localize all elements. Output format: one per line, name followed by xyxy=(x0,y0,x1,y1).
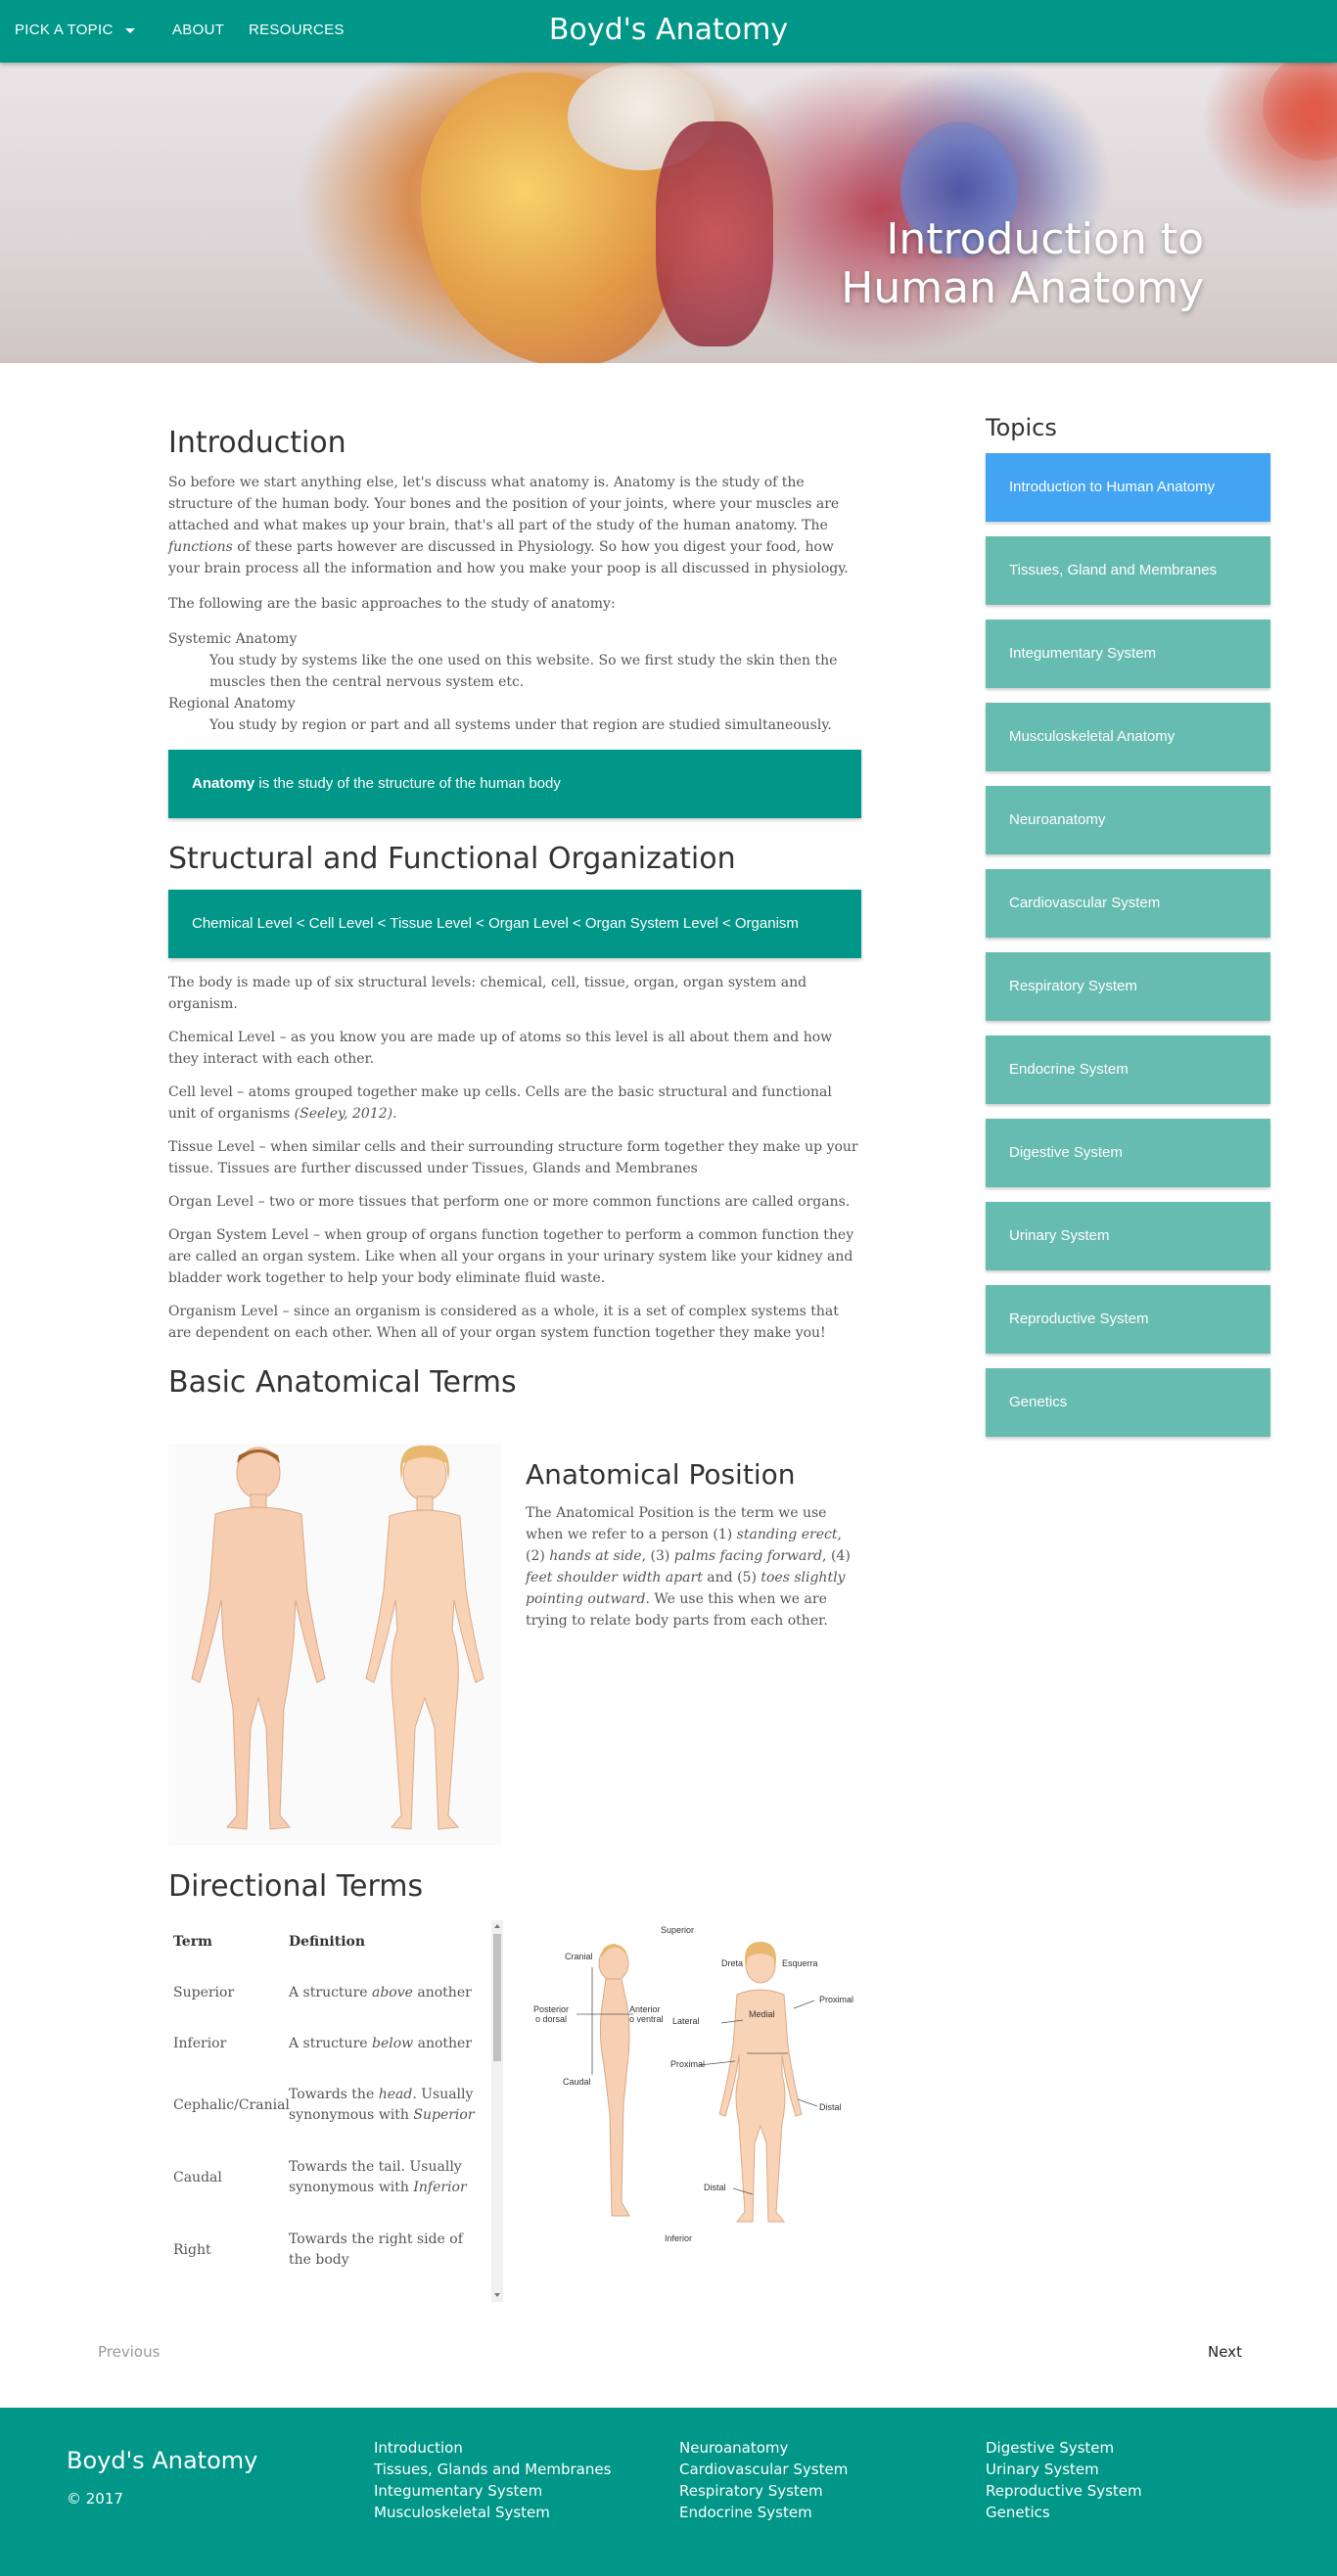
organ-level-paragraph: Organ Level – two or more tissues that p… xyxy=(168,1194,851,1210)
brand-logo-link[interactable]: Boyd's Anatomy xyxy=(549,13,788,47)
organism-level-paragraph: Organism Level – since an organism is co… xyxy=(168,1304,839,1341)
def-systemic: You study by systems like the one used o… xyxy=(209,653,838,690)
footer-links-col3: Digestive System Urinary System Reproduc… xyxy=(986,2437,1142,2523)
footer-link[interactable]: Endocrine System xyxy=(679,2502,848,2523)
figure-label: Esquerra xyxy=(782,1958,818,1968)
footer-link[interactable]: Musculoskeletal System xyxy=(374,2502,611,2523)
term-systemic: Systemic Anatomy xyxy=(168,631,298,647)
sidebar-item-digestive[interactable]: Digestive System xyxy=(986,1119,1270,1187)
cell-level-paragraph: Cell level – atoms grouped together make… xyxy=(168,1084,832,1122)
footer-link[interactable]: Genetics xyxy=(986,2502,1142,2523)
previous-page-link[interactable]: Previous xyxy=(98,2343,160,2361)
footer-brand: Boyd's Anatomy xyxy=(67,2447,258,2474)
figure-label: Dreta xyxy=(721,1958,743,1968)
sidebar-item-tissues[interactable]: Tissues, Gland and Membranes xyxy=(986,536,1270,605)
next-page-link[interactable]: Next xyxy=(1208,2343,1242,2361)
anatomical-position-paragraph: The Anatomical Position is the term we u… xyxy=(526,1505,851,1629)
footer-link[interactable]: Digestive System xyxy=(986,2437,1142,2459)
footer-link[interactable]: Introduction xyxy=(374,2437,611,2459)
scrollbar-thumb[interactable] xyxy=(493,1934,501,2061)
section-heading-introduction: Introduction xyxy=(168,426,346,460)
pick-topic-menu[interactable]: PICK A TOPIC xyxy=(15,22,114,38)
sidebar-item-genetics[interactable]: Genetics xyxy=(986,1368,1270,1437)
directional-terms-table[interactable]: Term Definition Superior A structure abo… xyxy=(168,1920,505,2302)
section-heading-structural: Structural and Functional Organization xyxy=(168,842,736,876)
structural-paragraph: The body is made up of six structural le… xyxy=(168,975,807,1012)
def-regional: You study by region or part and all syst… xyxy=(209,717,832,733)
sidebar-item-respiratory[interactable]: Respiratory System xyxy=(986,952,1270,1021)
main-content: Introduction So before we start anything… xyxy=(168,426,861,1400)
hero-title: Introduction to Human Anatomy xyxy=(841,214,1204,313)
directional-terms-figure: Superior Cranial Dreta Esquerra Proximal… xyxy=(526,1918,862,2251)
sidebar-item-introduction[interactable]: Introduction to Human Anatomy xyxy=(986,453,1270,522)
chemical-level-paragraph: Chemical Level – as you know you are mad… xyxy=(168,1030,833,1067)
sidebar-item-urinary[interactable]: Urinary System xyxy=(986,1202,1270,1270)
section-heading-basic-terms: Basic Anatomical Terms xyxy=(168,1365,517,1400)
anatomy-definition-callout: Anatomy is the study of the structure of… xyxy=(168,750,861,818)
sidebar-item-endocrine[interactable]: Endocrine System xyxy=(986,1035,1270,1104)
footer-link[interactable]: Urinary System xyxy=(986,2459,1142,2480)
footer-link[interactable]: Neuroanatomy xyxy=(679,2437,848,2459)
organ-system-level-paragraph: Organ System Level – when group of organ… xyxy=(168,1227,854,1286)
nav-resources-link[interactable]: RESOURCES xyxy=(249,22,345,38)
intro-paragraph: So before we start anything else, let's … xyxy=(168,475,849,576)
footer-links-col2: Neuroanatomy Cardiovascular System Respi… xyxy=(679,2437,848,2523)
approaches-list: Systemic Anatomy You study by systems li… xyxy=(168,628,861,736)
figure-label: Caudal xyxy=(563,2077,591,2087)
figure-label: Inferior xyxy=(665,2233,692,2243)
nav-about-link[interactable]: ABOUT xyxy=(172,22,224,38)
footer-link[interactable]: Integumentary System xyxy=(374,2480,611,2502)
figure-label: Cranial xyxy=(565,1952,593,1961)
footer-copyright: © 2017 xyxy=(67,2490,123,2507)
chevron-down-icon[interactable] xyxy=(125,28,135,33)
term-regional: Regional Anatomy xyxy=(168,696,296,712)
anatomical-position-heading: Anatomical Position xyxy=(526,1458,796,1491)
figure-label: Proximal xyxy=(670,2059,705,2069)
scroll-up-icon[interactable] xyxy=(494,1924,500,1928)
site-footer: Boyd's Anatomy © 2017 Introduction Tissu… xyxy=(0,2408,1337,2576)
figure-label: Distal xyxy=(819,2102,842,2112)
footer-link[interactable]: Respiratory System xyxy=(679,2480,848,2502)
sidebar-item-neuroanatomy[interactable]: Neuroanatomy xyxy=(986,786,1270,854)
sidebar-item-reproductive[interactable]: Reproductive System xyxy=(986,1285,1270,1354)
table-scrollbar[interactable] xyxy=(491,1920,503,2302)
figure-label: Distal xyxy=(704,2183,726,2192)
figure-label: o ventral xyxy=(629,2014,664,2024)
scroll-down-icon[interactable] xyxy=(494,2293,500,2297)
structural-levels-callout: Chemical Level < Cell Level < Tissue Lev… xyxy=(168,890,861,958)
figure-label: Proximal xyxy=(819,1995,853,2004)
sidebar-item-musculoskeletal[interactable]: Musculoskeletal Anatomy xyxy=(986,703,1270,771)
tissue-level-paragraph: Tissue Level – when similar cells and th… xyxy=(168,1139,858,1176)
approaches-paragraph: The following are the basic approaches t… xyxy=(168,596,616,612)
top-navbar: PICK A TOPIC ABOUT RESOURCES Boyd's Anat… xyxy=(0,0,1337,63)
figure-label: o dorsal xyxy=(535,2014,567,2024)
anatomical-position-figure xyxy=(168,1444,501,1845)
figure-label: Medial xyxy=(749,2009,775,2019)
footer-links-col1: Introduction Tissues, Glands and Membran… xyxy=(374,2437,611,2523)
figure-label: Posterior xyxy=(533,2004,569,2014)
footer-link[interactable]: Cardiovascular System xyxy=(679,2459,848,2480)
figure-label: Lateral xyxy=(672,2016,700,2026)
figure-label: Anterior xyxy=(629,2004,661,2014)
sidebar-item-integumentary[interactable]: Integumentary System xyxy=(986,620,1270,688)
sidebar-heading: Topics xyxy=(986,414,1057,441)
hero-banner: Introduction to Human Anatomy xyxy=(0,63,1337,363)
section-heading-directional: Directional Terms xyxy=(168,1869,424,1904)
sidebar-item-cardiovascular[interactable]: Cardiovascular System xyxy=(986,869,1270,938)
figure-label: Superior xyxy=(661,1925,694,1935)
anatomical-position-panel: Anatomical Position The Anatomical Posit… xyxy=(526,1458,862,1632)
topics-sidebar: Topics Introduction to Human Anatomy Tis… xyxy=(986,414,1270,1437)
footer-link[interactable]: Reproductive System xyxy=(986,2480,1142,2502)
footer-link[interactable]: Tissues, Glands and Membranes xyxy=(374,2459,611,2480)
